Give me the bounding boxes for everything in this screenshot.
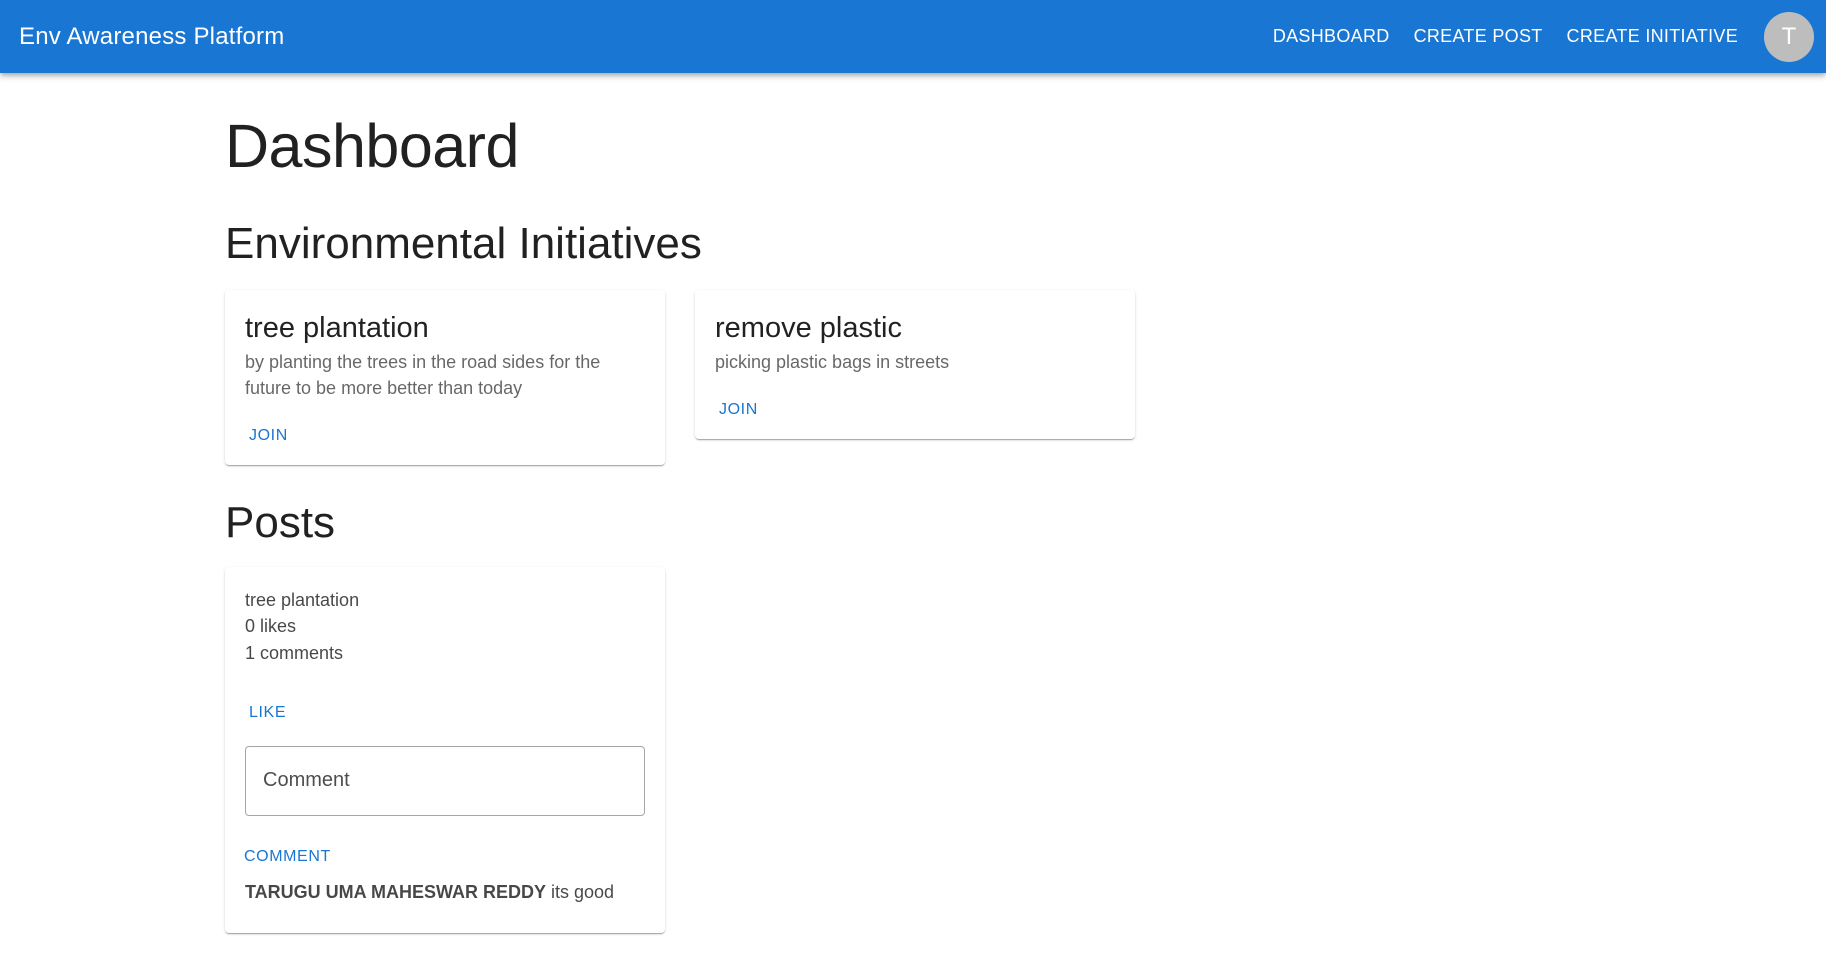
- join-button[interactable]: JOIN: [235, 421, 302, 451]
- initiative-description: by planting the trees in the road sides …: [245, 351, 601, 398]
- join-button[interactable]: JOIN: [705, 395, 772, 425]
- initiative-card-actions: JOIN: [225, 413, 665, 465]
- app-title: Env Awareness Platform: [19, 22, 285, 50]
- top-nav: DASHBOARD CREATE POST CREATE INITIATIVE …: [1263, 11, 1814, 62]
- page-title: Dashboard: [225, 112, 519, 180]
- posts-heading: Posts: [225, 497, 336, 547]
- post-actions: LIKE: [225, 674, 665, 746]
- initiative-card-content: tree plantation by planting the trees in…: [225, 290, 665, 412]
- comment-form: [225, 745, 665, 816]
- post-comments-count: 1 comments: [245, 642, 344, 663]
- comment-item: TARUGU UMA MAHESWAR REDDY its good: [245, 880, 645, 905]
- comment-text: its good: [551, 881, 615, 902]
- initiative-title: remove plastic: [715, 312, 902, 345]
- initiative-card-content: remove plastic picking plastic bags in s…: [695, 290, 1135, 386]
- comment-submit-wrap: COMMENT: [225, 816, 665, 874]
- post-likes-count: 0 likes: [245, 616, 297, 637]
- post-text: tree plantation: [245, 590, 360, 611]
- initiatives-heading: Environmental Initiatives: [225, 219, 702, 269]
- comment-author: TARUGU UMA MAHESWAR REDDY: [245, 881, 546, 902]
- initiative-description: picking plastic bags in streets: [715, 351, 950, 372]
- post-content: tree plantation 0 likes 1 comments: [225, 567, 665, 673]
- initiative-title: tree plantation: [245, 312, 429, 345]
- comment-input[interactable]: [245, 745, 645, 816]
- comments-list: TARUGU UMA MAHESWAR REDDY its good: [225, 874, 665, 933]
- like-button[interactable]: LIKE: [235, 698, 300, 728]
- initiatives-list: tree plantation by planting the trees in…: [225, 290, 1625, 465]
- comment-button[interactable]: COMMENT: [230, 842, 345, 872]
- initiative-card: tree plantation by planting the trees in…: [225, 290, 665, 465]
- main-content: Dashboard Environmental Initiatives tree…: [225, 73, 1625, 933]
- nav-create-initiative-button[interactable]: CREATE INITIATIVE: [1557, 18, 1748, 55]
- initiative-card-actions: JOIN: [695, 387, 1135, 439]
- user-avatar[interactable]: T: [1764, 11, 1814, 62]
- app-bar: Env Awareness Platform DASHBOARD CREATE …: [0, 0, 1826, 73]
- nav-dashboard-button[interactable]: DASHBOARD: [1263, 18, 1400, 55]
- post-card: tree plantation 0 likes 1 comments LIKE …: [225, 567, 665, 933]
- nav-create-post-button[interactable]: CREATE POST: [1404, 18, 1553, 55]
- initiative-card: remove plastic picking plastic bags in s…: [695, 290, 1135, 439]
